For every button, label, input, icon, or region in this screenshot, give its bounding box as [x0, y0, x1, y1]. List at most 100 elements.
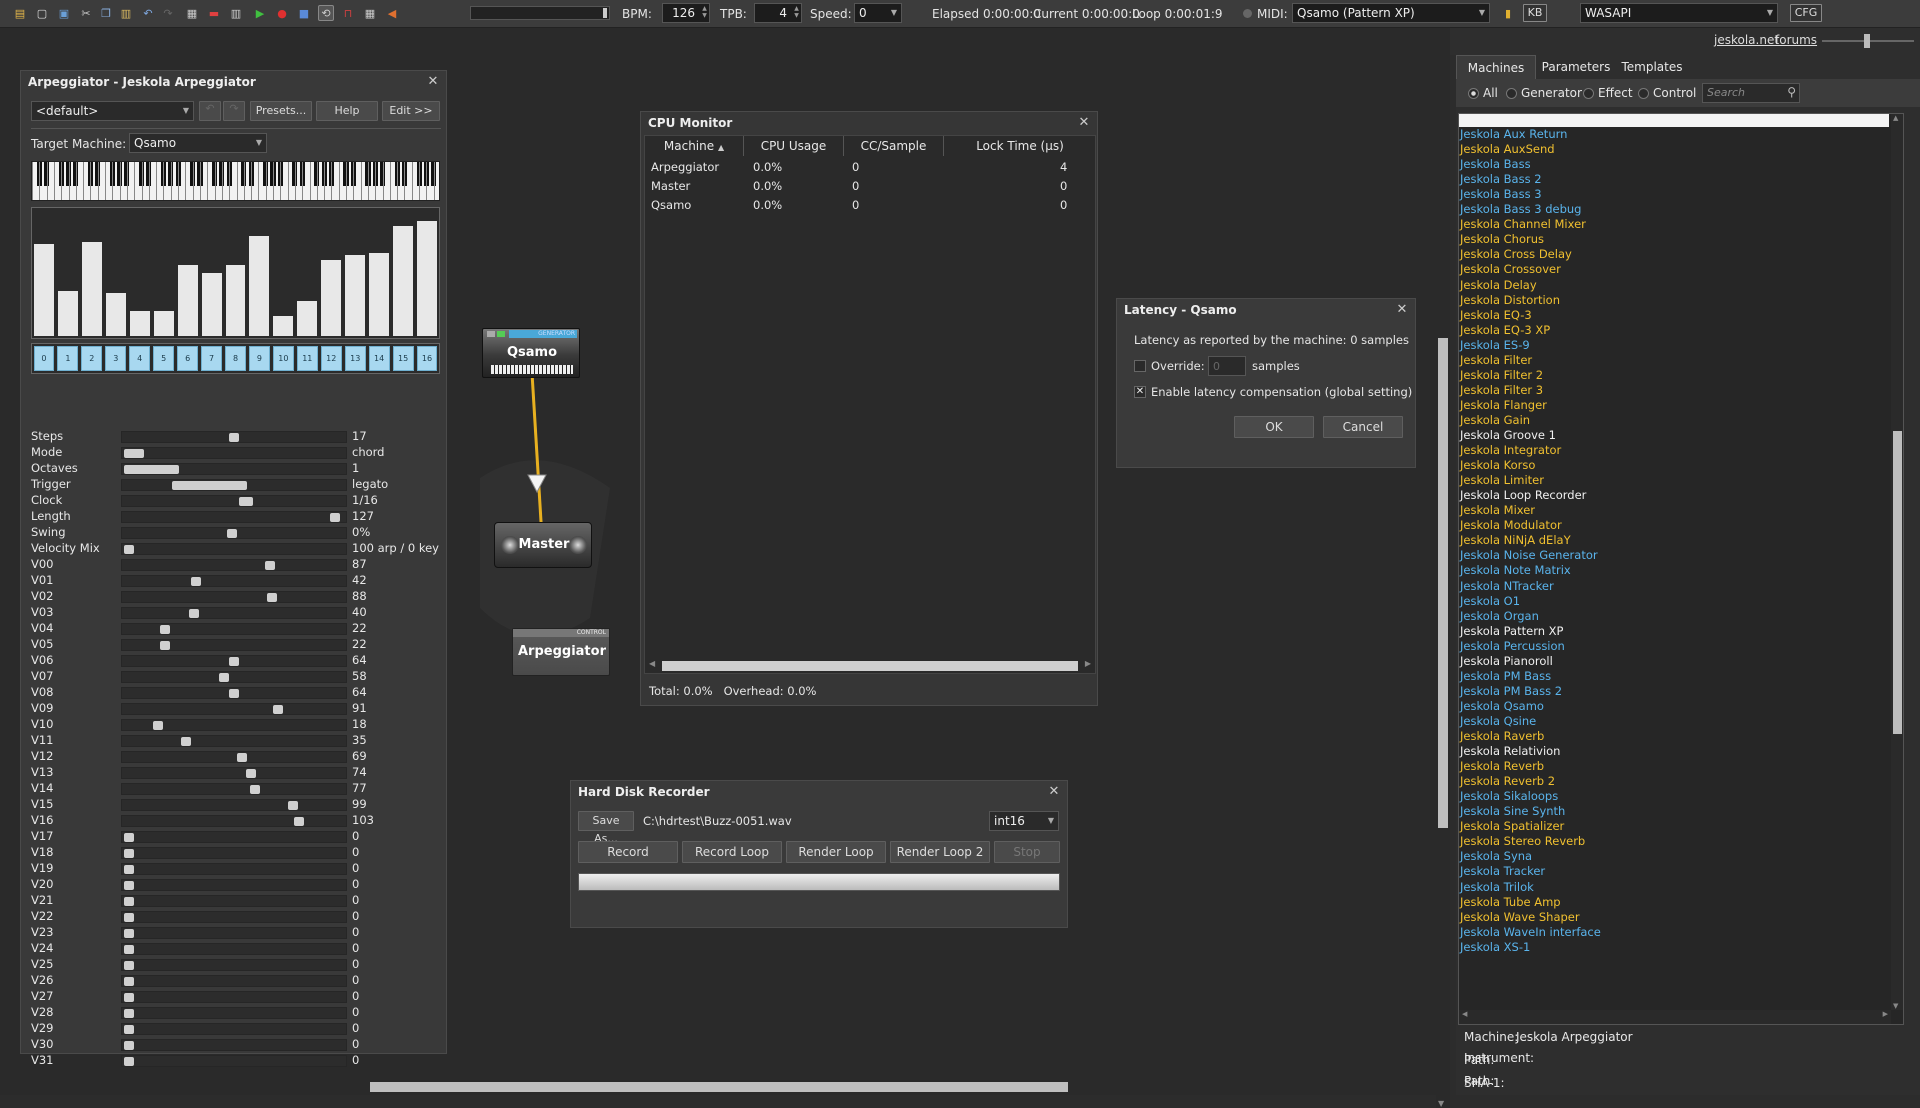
slider-knob[interactable]	[273, 705, 284, 714]
slider-knob[interactable]	[287, 801, 298, 810]
machine-list-item[interactable]: Jeskola XS-1	[1460, 940, 1530, 955]
scrollbar-thumb[interactable]	[1893, 431, 1902, 734]
presets-button[interactable]: Presets...	[250, 101, 312, 121]
new-file-icon[interactable]: ▤	[12, 5, 28, 21]
scroll-up-icon[interactable]: ▲	[1893, 114, 1898, 122]
machine-list-item[interactable]: Jeskola O1	[1460, 594, 1520, 609]
parameter-slider[interactable]	[121, 975, 347, 987]
parameter-slider[interactable]	[121, 463, 347, 475]
machine-list-item[interactable]: Jeskola Note Matrix	[1460, 563, 1571, 578]
slider-knob[interactable]	[124, 961, 134, 970]
step-button[interactable]: 8	[225, 346, 246, 371]
stop-icon[interactable]: ■	[296, 5, 312, 21]
machine-list-item[interactable]: Jeskola NTracker	[1460, 579, 1554, 594]
slider-knob[interactable]	[124, 929, 134, 938]
scroll-right-icon[interactable]: ▶	[1883, 1010, 1888, 1018]
vertical-scrollbar[interactable]: ▼	[1436, 48, 1450, 1108]
redo-icon[interactable]: ↷	[160, 5, 176, 21]
step-button[interactable]: 1	[57, 346, 79, 371]
filter-generator-radio[interactable]	[1506, 88, 1517, 99]
slider-knob[interactable]	[124, 833, 134, 842]
machine-list-item[interactable]: Jeskola Aux Return	[1460, 127, 1567, 142]
velocity-bar[interactable]	[297, 300, 318, 336]
parameter-slider[interactable]	[121, 767, 347, 779]
redo-icon[interactable]: ↷	[223, 101, 245, 121]
slider-knob[interactable]	[189, 609, 200, 618]
machine-list-item[interactable]: Jeskola Loop Recorder	[1460, 488, 1586, 503]
velocity-bar[interactable]	[177, 265, 198, 336]
velocity-bar[interactable]	[57, 290, 78, 336]
slider-knob[interactable]	[266, 593, 277, 602]
filter-effect-radio[interactable]	[1583, 88, 1594, 99]
machine-list-item[interactable]: Jeskola Sikaloops	[1460, 789, 1558, 804]
tab-machines[interactable]: Machines	[1456, 55, 1536, 79]
slider-knob[interactable]	[180, 737, 191, 746]
parameter-slider[interactable]	[121, 815, 347, 827]
master-machine[interactable]: Master	[494, 522, 592, 568]
machine-list-item[interactable]: Jeskola Filter 2	[1460, 368, 1543, 383]
machine-list-item[interactable]: Jeskola Chorus	[1460, 232, 1544, 247]
parameter-slider[interactable]	[121, 799, 347, 811]
tpb-input[interactable]: 4	[754, 3, 802, 23]
arpeggiator-machine[interactable]: CONTROL Arpeggiator	[512, 628, 610, 676]
preset-select[interactable]: <default> ▼	[31, 101, 194, 121]
parameter-slider[interactable]	[121, 431, 347, 443]
format-select[interactable]: int16 ▼	[989, 811, 1059, 831]
edit-button[interactable]: Edit >>	[382, 101, 440, 121]
slider-knob[interactable]	[159, 625, 170, 634]
mute-led[interactable]	[487, 331, 495, 337]
machine-list-item[interactable]: Jeskola Wave Shaper	[1460, 910, 1580, 925]
header-machine[interactable]: Machine ▲	[645, 136, 744, 156]
machine-list-item[interactable]: Jeskola Trilok	[1460, 880, 1534, 895]
audio-driver-select[interactable]: WASAPI ▼	[1580, 3, 1778, 23]
machine-list-item[interactable]: Jeskola Qsamo	[1460, 699, 1544, 714]
close-icon[interactable]: ✕	[1047, 784, 1061, 799]
parameter-slider[interactable]	[121, 703, 347, 715]
search-icon[interactable]: ⚲	[1787, 85, 1796, 99]
slider-knob[interactable]	[226, 529, 237, 538]
step-button[interactable]: 4	[129, 346, 151, 371]
parameter-slider[interactable]	[121, 991, 347, 1003]
config-button[interactable]: CFG	[1790, 4, 1822, 22]
machine-list-item[interactable]: Jeskola Reverb 2	[1460, 774, 1555, 789]
paste-icon[interactable]: ▥	[118, 5, 134, 21]
parameter-slider[interactable]	[121, 847, 347, 859]
slider-knob[interactable]	[218, 673, 229, 682]
horizontal-scrollbar[interactable]	[0, 1080, 1436, 1094]
velocity-bar[interactable]	[417, 221, 437, 336]
filter-control-radio[interactable]	[1638, 88, 1649, 99]
slider-knob[interactable]	[264, 561, 275, 570]
parameter-slider[interactable]	[121, 591, 347, 603]
parameter-slider[interactable]	[121, 687, 347, 699]
slider-knob[interactable]	[191, 577, 202, 586]
search-input[interactable]: Search ⚲	[1702, 83, 1800, 103]
tap-icon[interactable]: ⊓	[340, 5, 356, 21]
help-button[interactable]: Help	[316, 101, 378, 121]
step-button[interactable]: 9	[248, 346, 270, 371]
latency-compensation-checkbox[interactable]: ✕	[1134, 386, 1146, 398]
undo-icon[interactable]: ↶	[199, 101, 221, 121]
machine-list-item[interactable]: Jeskola Tracker	[1460, 864, 1545, 879]
close-icon[interactable]: ✕	[426, 74, 440, 89]
step-button[interactable]: 13	[344, 346, 366, 371]
play-icon[interactable]: ▶	[252, 5, 268, 21]
machine-list-item[interactable]: Jeskola Korso	[1460, 458, 1535, 473]
parameter-slider[interactable]	[121, 927, 347, 939]
filter-all-radio[interactable]	[1468, 88, 1479, 99]
machine-list-item[interactable]: Jeskola Relativion	[1460, 744, 1560, 759]
machine-list-item[interactable]: Jeskola Integrator	[1460, 443, 1561, 458]
zoom-slider[interactable]	[1822, 34, 1914, 48]
piano-keyboard[interactable]	[31, 161, 440, 201]
machine-list-item[interactable]: Jeskola Tube Amp	[1460, 895, 1561, 910]
velocity-bar[interactable]	[273, 315, 294, 336]
velocity-bar[interactable]	[153, 310, 174, 336]
slider-knob[interactable]	[124, 865, 134, 874]
machine-list-item[interactable]: Jeskola Reverb	[1460, 759, 1544, 774]
slider-knob[interactable]	[229, 433, 239, 442]
slider-knob[interactable]	[250, 785, 260, 794]
parameter-slider[interactable]	[121, 671, 347, 683]
slider-knob[interactable]	[159, 641, 170, 650]
velocity-bar[interactable]	[105, 293, 126, 336]
machine-list-item[interactable]: Jeskola Noise Generator	[1460, 548, 1598, 563]
record-icon[interactable]: ●	[274, 5, 290, 21]
